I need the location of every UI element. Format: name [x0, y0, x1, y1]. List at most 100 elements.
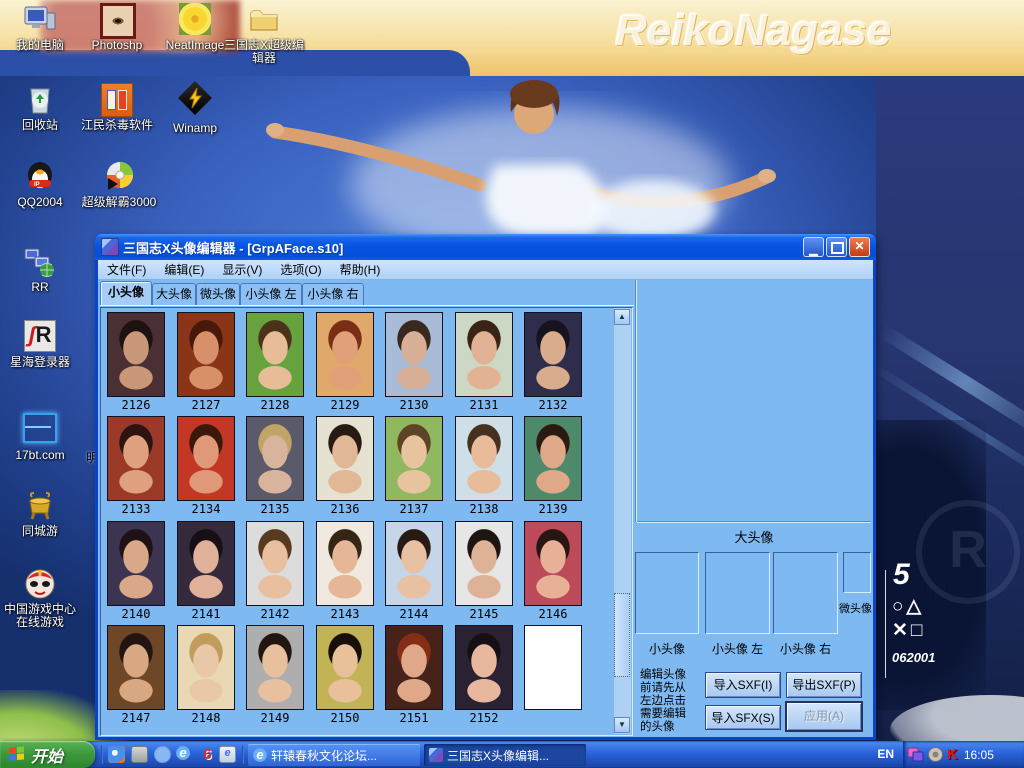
face-thumbnail[interactable]: 2138 [454, 416, 514, 516]
face-thumbnail[interactable]: 2145 [454, 521, 514, 621]
blank-slot[interactable] [524, 625, 582, 710]
portrait-photo[interactable] [385, 416, 443, 501]
portrait-photo[interactable] [385, 625, 443, 710]
face-thumbnail[interactable]: 2133 [106, 416, 166, 516]
face-thumbnail[interactable]: 2149 [245, 625, 305, 725]
portrait-photo[interactable] [177, 416, 235, 501]
face-thumbnail[interactable]: 2151 [384, 625, 444, 725]
portrait-photo[interactable] [246, 312, 304, 397]
portrait-photo[interactable] [107, 312, 165, 397]
desktop-icon-china-game-center[interactable]: 中国游戏中心在线游戏 [0, 567, 80, 629]
portrait-photo[interactable] [455, 312, 513, 397]
menu-file[interactable]: 文件(F) [98, 261, 155, 278]
menu-view[interactable]: 显示(V) [213, 261, 271, 278]
face-thumbnail[interactable]: 2136 [315, 416, 375, 516]
volume-icon[interactable] [928, 747, 943, 762]
tab-small-face[interactable]: 小头像 [100, 281, 152, 306]
desktop-icon-jieba3000[interactable]: 超级解霸3000 [77, 160, 161, 209]
portrait-photo[interactable] [246, 416, 304, 501]
portrait-photo[interactable] [316, 312, 374, 397]
portrait-photo[interactable] [385, 521, 443, 606]
portrait-photo[interactable] [177, 312, 235, 397]
face-thumbnail[interactable]: 2127 [176, 312, 236, 412]
desktop-icon-winamp[interactable]: Winamp [155, 83, 235, 135]
kv-antivirus-icon[interactable]: K [947, 746, 958, 763]
export-sxf-button[interactable]: 导出SXF(P) [786, 672, 862, 698]
desktop-icon-my-computer[interactable]: 我的电脑 [0, 3, 80, 52]
taskbar-button-face-editor[interactable]: 三国志X头像编辑... [424, 744, 586, 766]
face-thumbnail[interactable]: 2135 [245, 416, 305, 516]
face-thumbnail[interactable]: 2128 [245, 312, 305, 412]
desktop-icon-photoshop[interactable]: Photoshp [77, 3, 157, 52]
face-thumbnail[interactable]: 2129 [315, 312, 375, 412]
desktop-icon-17bt[interactable]: 17bt.com [0, 410, 80, 462]
face-thumbnail[interactable]: 2148 [176, 625, 236, 725]
portrait-photo[interactable] [524, 312, 582, 397]
import-sxf-button[interactable]: 导入SXF(I) [705, 672, 781, 698]
face-thumbnail[interactable]: 2150 [315, 625, 375, 725]
minimize-button[interactable]: ▁ [803, 237, 824, 257]
tab-large-face[interactable]: 大头像 [152, 283, 196, 305]
desktop-icon-tongchengyou[interactable]: 同城游 [0, 489, 80, 538]
portrait-photo[interactable] [107, 416, 165, 501]
close-button[interactable]: ✕ [849, 237, 870, 257]
portrait-photo[interactable] [455, 521, 513, 606]
tab-micro-face[interactable]: 微头像 [196, 283, 240, 305]
window-titlebar[interactable]: 三国志X头像编辑器 - [GrpAFace.s10] ▁ ✕ [95, 234, 876, 260]
portrait-photo[interactable] [316, 625, 374, 710]
menu-help[interactable]: 帮助(H) [331, 261, 390, 278]
media-player-icon[interactable] [108, 746, 125, 763]
scroll-up-arrow-icon[interactable]: ▲ [614, 309, 630, 325]
desktop-icon-jiangmin-antivirus[interactable]: 江民杀毒软件 [77, 83, 157, 132]
face-thumbnail[interactable]: 2141 [176, 521, 236, 621]
face-thumbnail[interactable]: 2140 [106, 521, 166, 621]
portrait-photo[interactable] [246, 521, 304, 606]
scrollbar-thumb[interactable] [614, 593, 630, 677]
photo-viewer-icon[interactable] [131, 746, 148, 763]
html-doc-icon[interactable]: e [219, 746, 236, 763]
start-button[interactable]: 开始 [0, 741, 95, 768]
browser-m-icon[interactable] [154, 746, 171, 763]
face-thumbnail[interactable]: 2126 [106, 312, 166, 412]
portrait-photo[interactable] [316, 416, 374, 501]
face-thumbnail[interactable]: 2152 [454, 625, 514, 725]
face-thumbnail[interactable]: 2147 [106, 625, 166, 725]
portrait-photo[interactable] [177, 625, 235, 710]
portrait-photo[interactable] [524, 521, 582, 606]
tab-small-face-left[interactable]: 小头像 左 [240, 283, 302, 305]
face-thumbnail[interactable]: 2146 [523, 521, 583, 621]
desktop-icon-qq2004[interactable]: IP QQ2004 [0, 160, 80, 209]
portrait-photo[interactable] [246, 625, 304, 710]
face-thumbnail[interactable]: 2131 [454, 312, 514, 412]
import-sfx-button[interactable]: 导入SFX(S) [705, 705, 781, 730]
face-thumbnail[interactable]: 2142 [245, 521, 305, 621]
desktop-icon-sanguozhi-editor[interactable]: 三国志X超级编辑器 [222, 3, 306, 65]
portrait-photo[interactable] [316, 521, 374, 606]
ie-icon[interactable]: e [176, 746, 193, 763]
vertical-scrollbar[interactable]: ▲ ▼ [613, 308, 631, 734]
face-thumbnail[interactable]: 2139 [523, 416, 583, 516]
scroll-down-arrow-icon[interactable]: ▼ [614, 717, 630, 733]
maximize-button[interactable] [826, 237, 847, 257]
red-player-icon[interactable]: 6 [199, 746, 216, 763]
desktop-icon-rr[interactable]: RR [0, 245, 80, 294]
face-thumbnail[interactable]: 2130 [384, 312, 444, 412]
portrait-photo[interactable] [455, 416, 513, 501]
language-indicator[interactable]: EN [877, 747, 894, 761]
portrait-photo[interactable] [524, 416, 582, 501]
face-thumbnail[interactable]: 2143 [315, 521, 375, 621]
portrait-photo[interactable] [177, 521, 235, 606]
desktop-icon-recycle-bin[interactable]: 回收站 [0, 83, 80, 132]
portrait-photo[interactable] [455, 625, 513, 710]
taskbar-button-forum[interactable]: e 轩辕春秋文化论坛... [248, 744, 420, 766]
portrait-photo[interactable] [385, 312, 443, 397]
tray-clock[interactable]: 16:05 [964, 748, 994, 762]
desktop-icon-xinghai[interactable]: ʃR 星海登录器 [0, 320, 80, 369]
display-settings-icon[interactable] [907, 747, 924, 762]
apply-button[interactable]: 应用(A) [785, 701, 863, 732]
menu-edit[interactable]: 编辑(E) [155, 261, 213, 278]
tab-small-face-right[interactable]: 小头像 右 [302, 283, 364, 305]
face-thumbnail-blank[interactable] [523, 625, 583, 725]
face-thumbnail[interactable]: 2144 [384, 521, 444, 621]
menu-options[interactable]: 选项(O) [271, 261, 330, 278]
